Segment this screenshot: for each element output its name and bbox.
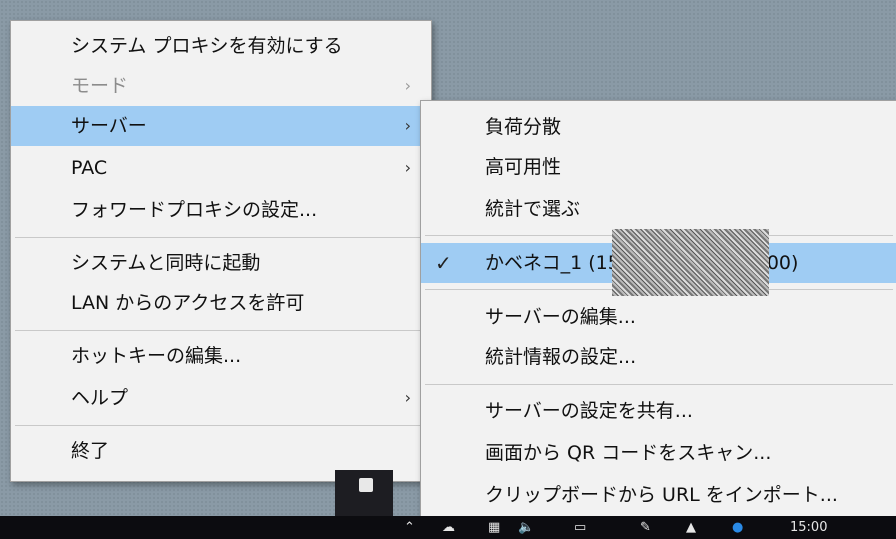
menu-item-label: 統計情報の設定... xyxy=(485,346,637,368)
chevron-up-icon[interactable]: ⌃ xyxy=(404,520,415,536)
clock[interactable]: 15:00 xyxy=(790,520,827,536)
menu-item-label: PAC xyxy=(71,157,108,179)
menu-item-statistics-settings[interactable]: 統計情報の設定... xyxy=(421,337,896,377)
menu-separator xyxy=(15,425,427,426)
menu-item-label: フォワードプロキシの設定... xyxy=(71,199,318,221)
menu-item-start-on-boot[interactable]: システムと同時に起動 xyxy=(11,243,431,283)
status-icon[interactable]: ● xyxy=(732,520,743,536)
server-submenu: 負荷分散 高可用性 統計で選ぶ ✓ かベネコ_1 (15 00) サーバーの編集.… xyxy=(420,100,896,522)
menu-item-servers[interactable]: サーバー › xyxy=(11,106,431,146)
menu-item-label: かベネコ_1 (15 xyxy=(485,252,620,274)
caret-up-icon[interactable]: ▲ xyxy=(686,520,696,536)
menu-item-allow-lan[interactable]: LAN からのアクセスを許可 xyxy=(11,283,431,323)
menu-item-label: 負荷分散 xyxy=(485,116,562,138)
menu-item-pac[interactable]: PAC › xyxy=(11,148,431,188)
chevron-right-icon: › xyxy=(404,388,411,407)
menu-item-mode[interactable]: モード › xyxy=(11,66,431,106)
taskbar: ⌃ ☁ ▦ 🔈 ▭ ✎ ▲ ● 15:00 xyxy=(0,516,896,539)
volume-icon[interactable]: 🔈 xyxy=(518,520,534,536)
menu-item-import-url[interactable]: クリップボードから URL をインポート... xyxy=(421,475,896,515)
menu-item-label: LAN からのアクセスを許可 xyxy=(71,292,305,314)
menu-separator xyxy=(15,330,427,331)
menu-item-edit-hotkeys[interactable]: ホットキーの編集... xyxy=(11,336,431,376)
app-icon xyxy=(359,478,373,492)
menu-item-help[interactable]: ヘルプ › xyxy=(11,378,431,418)
menu-item-label: サーバーの編集... xyxy=(485,306,636,328)
menu-item-label: クリップボードから URL をインポート... xyxy=(485,484,838,506)
menu-item-forward-proxy[interactable]: フォワードプロキシの設定... xyxy=(11,190,431,230)
taskbar-tile xyxy=(335,470,393,516)
menu-item-scan-qr[interactable]: 画面から QR コードをスキャン... xyxy=(421,433,896,473)
cloud-icon[interactable]: ☁ xyxy=(442,520,455,536)
menu-item-label: サーバーの設定を共有... xyxy=(485,400,693,422)
menu-item-label-suffix: 00) xyxy=(766,252,799,274)
chevron-right-icon: › xyxy=(404,158,411,177)
menu-item-label: 画面から QR コードをスキャン... xyxy=(485,442,772,464)
menu-item-enable-system-proxy[interactable]: システム プロキシを有効にする xyxy=(11,26,431,66)
menu-item-label: システム プロキシを有効にする xyxy=(71,35,343,57)
menu-item-choose-by-statistics[interactable]: 統計で選ぶ xyxy=(421,189,896,229)
chevron-right-icon: › xyxy=(404,116,411,135)
network-icon[interactable]: ▭ xyxy=(574,520,586,536)
menu-item-label: ホットキーの編集... xyxy=(71,345,242,367)
menu-item-label: 高可用性 xyxy=(485,156,562,178)
context-menu: システム プロキシを有効にする モード › サーバー › PAC › フォワード… xyxy=(10,20,432,482)
menu-item-label: 終了 xyxy=(71,440,110,462)
menu-separator xyxy=(425,384,893,385)
menu-item-label: サーバー xyxy=(71,115,147,137)
menu-item-label: モード xyxy=(71,75,129,97)
chevron-right-icon: › xyxy=(404,76,411,95)
menu-item-high-availability[interactable]: 高可用性 xyxy=(421,147,896,187)
menu-item-load-balance[interactable]: 負荷分散 xyxy=(421,107,896,147)
menu-separator xyxy=(15,237,427,238)
menu-item-share-server-config[interactable]: サーバーの設定を共有... xyxy=(421,391,896,431)
app-tray-icon[interactable]: ▦ xyxy=(488,520,500,536)
menu-item-label: 統計で選ぶ xyxy=(485,198,581,220)
menu-item-edit-servers[interactable]: サーバーの編集... xyxy=(421,297,896,337)
menu-item-label: システムと同時に起動 xyxy=(71,252,261,274)
menu-item-label: ヘルプ xyxy=(71,387,129,409)
pen-icon[interactable]: ✎ xyxy=(640,520,651,536)
menu-item-exit[interactable]: 終了 xyxy=(11,431,431,471)
redacted-area xyxy=(612,229,769,296)
checkmark-icon: ✓ xyxy=(435,251,452,275)
